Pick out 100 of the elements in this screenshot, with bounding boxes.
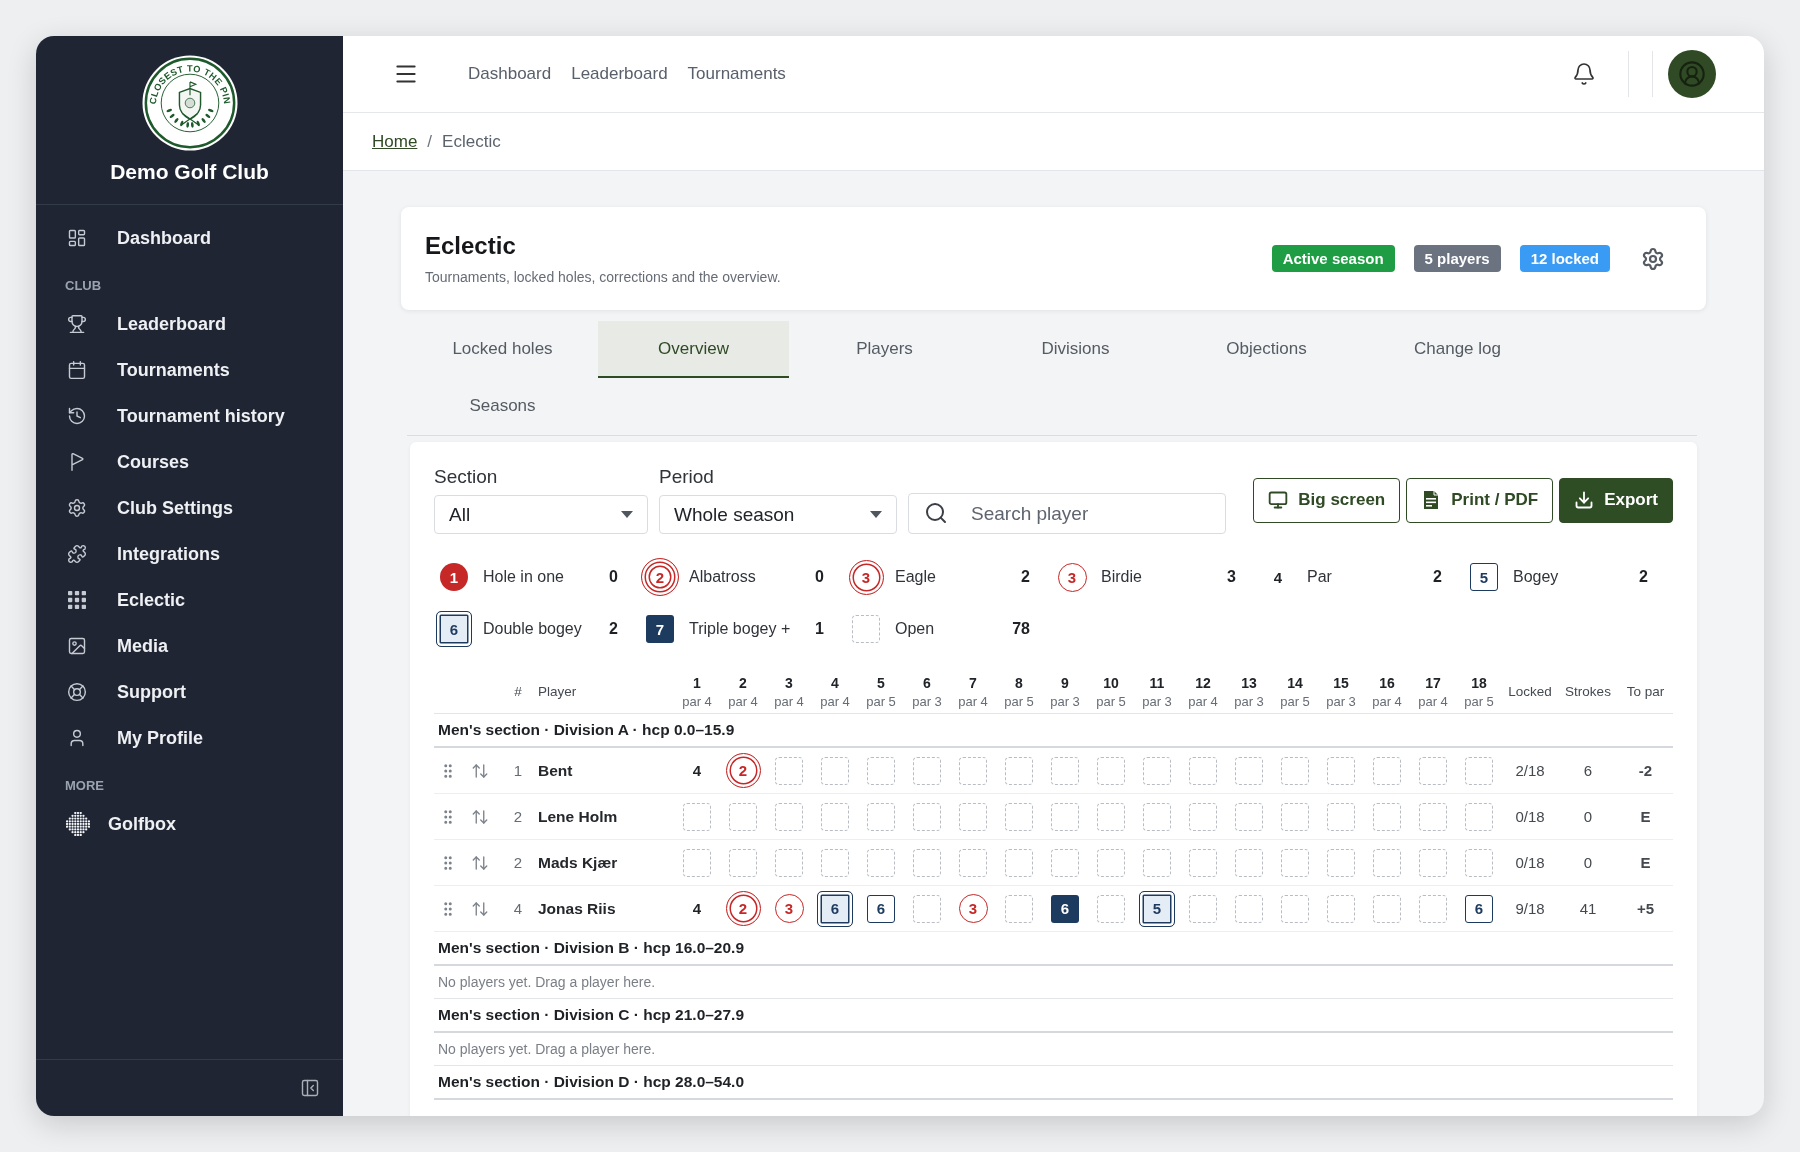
empty-slot-icon [1235, 756, 1263, 785]
sidebar-item[interactable]: Tournament history [36, 393, 343, 439]
rank-number: 2 [513, 808, 523, 825]
empty-slot-icon [1373, 756, 1401, 785]
strokes-total: 0 [1583, 854, 1593, 871]
action-button[interactable]: Export [1559, 477, 1673, 523]
legend-count: 2 [1433, 568, 1442, 586]
sidebar-item[interactable]: Dashboard [36, 215, 343, 261]
column-header: Player [538, 684, 577, 699]
player-name: Mads Kjær [538, 853, 619, 872]
empty-slot-icon [775, 756, 803, 785]
collapse-sidebar-icon[interactable] [300, 1078, 320, 1098]
action-button[interactable]: Big screen [1253, 477, 1401, 523]
legend-count: 2 [1639, 568, 1648, 586]
empty-slot-icon [913, 802, 941, 831]
hole-number: 11 [1149, 674, 1165, 691]
sidebar-item[interactable]: Leaderboard [36, 301, 343, 347]
empty-slot-icon [1143, 756, 1171, 785]
sidebar-item[interactable]: Support [36, 669, 343, 715]
empty-slot-icon [1097, 802, 1125, 831]
page-title: Eclectic [425, 232, 517, 260]
hole-par: par 5 [866, 693, 896, 709]
sidebar-item[interactable]: Club Settings [36, 485, 343, 531]
sidebar-item[interactable]: Eclectic [36, 577, 343, 623]
albatross-score: 2 [641, 558, 679, 596]
hole-par: par 4 [1372, 693, 1402, 709]
column-header: To par [1626, 684, 1665, 699]
legend-label: Double bogey [483, 620, 583, 638]
tab[interactable]: Overview [598, 321, 789, 378]
user-icon [67, 728, 87, 748]
tab[interactable]: Objections [1171, 321, 1362, 378]
sort-arrows-icon[interactable] [471, 853, 489, 872]
empty-division-note: No players yet. Drag a player here. [434, 966, 1673, 999]
sidebar-item[interactable]: Media [36, 623, 343, 669]
empty-slot-icon [1005, 894, 1033, 923]
empty-slot-icon [1005, 848, 1033, 877]
hole-number: 13 [1241, 674, 1257, 691]
sort-arrows-icon[interactable] [471, 761, 489, 780]
eagle-score: 2 [725, 753, 761, 788]
sidebar-item[interactable]: Integrations [36, 531, 343, 577]
empty-slot-icon [1373, 894, 1401, 923]
empty-slot-icon [1281, 756, 1309, 785]
player-name: Jonas Riis [538, 899, 617, 918]
rank-number: 2 [513, 854, 523, 871]
tab[interactable]: Change log [1362, 321, 1553, 378]
legend-label: Open [895, 620, 936, 638]
empty-slot-icon [1189, 756, 1217, 785]
user-avatar-icon[interactable] [1668, 50, 1716, 98]
division-title: Men's section · Division B · hcp 16.0–20.9 [434, 932, 1673, 966]
empty-slot-icon [913, 894, 941, 923]
period-select[interactable]: Whole season [659, 495, 897, 534]
empty-slot-icon [1327, 756, 1355, 785]
column-header: # [514, 684, 522, 699]
breadcrumb-link[interactable]: Home [372, 131, 418, 152]
nav-link[interactable]: Tournaments [687, 64, 786, 84]
legend-count: 2 [609, 620, 618, 638]
empty-slot-icon [1465, 756, 1493, 785]
sidebar-item[interactable]: Tournaments [36, 347, 343, 393]
hole-par: par 4 [682, 693, 712, 709]
settings-icon[interactable] [1641, 246, 1665, 271]
hole-par: par 3 [1050, 693, 1080, 709]
sort-arrows-icon[interactable] [471, 899, 489, 918]
bogey-score: 5 [1470, 563, 1498, 591]
bogey-score: 6 [1465, 894, 1493, 923]
hole-number: 4 [831, 674, 839, 691]
action-button[interactable]: Print / PDF [1406, 477, 1554, 523]
rank-number: 4 [513, 900, 523, 917]
nav-link[interactable]: Leaderboard [571, 64, 668, 84]
hole-par: par 4 [774, 693, 804, 709]
double-bogey-score: 5 [1139, 890, 1175, 927]
empty-slot-icon [1465, 848, 1493, 877]
hole-number: 6 [923, 674, 931, 691]
empty-slot-icon [1005, 756, 1033, 785]
sidebar-item[interactable]: My Profile [36, 715, 343, 761]
sidebar-item[interactable]: Golfbox [36, 801, 343, 847]
legend-label: Par [1307, 568, 1333, 586]
tab[interactable]: Seasons [407, 378, 598, 435]
player-name: Bent [538, 761, 574, 780]
image-icon [67, 636, 87, 656]
nav-link[interactable]: Dashboard [468, 64, 552, 84]
empty-slot-icon [775, 802, 803, 831]
sort-arrows-icon[interactable] [471, 807, 489, 826]
legend-count: 1 [815, 620, 824, 638]
empty-slot-icon [1189, 894, 1217, 923]
hole-par: par 5 [1096, 693, 1126, 709]
puzzle-icon [67, 544, 87, 564]
tab[interactable]: Players [789, 321, 980, 378]
section-select[interactable]: All [434, 495, 648, 534]
tab[interactable]: Locked holes [407, 321, 598, 378]
caret-down-icon [870, 511, 882, 518]
search-field[interactable]: Search player [908, 493, 1226, 534]
monitor-icon [1268, 490, 1289, 510]
bell-icon[interactable] [1572, 62, 1596, 86]
triple-bogey-score: 6 [1051, 894, 1079, 923]
par-score: 4 [692, 763, 702, 778]
tab[interactable]: Divisions [980, 321, 1171, 378]
calendar-icon [67, 360, 87, 380]
locked-count: 0/18 [1515, 808, 1545, 825]
sidebar-item[interactable]: Courses [36, 439, 343, 485]
empty-slot-icon [1373, 802, 1401, 831]
